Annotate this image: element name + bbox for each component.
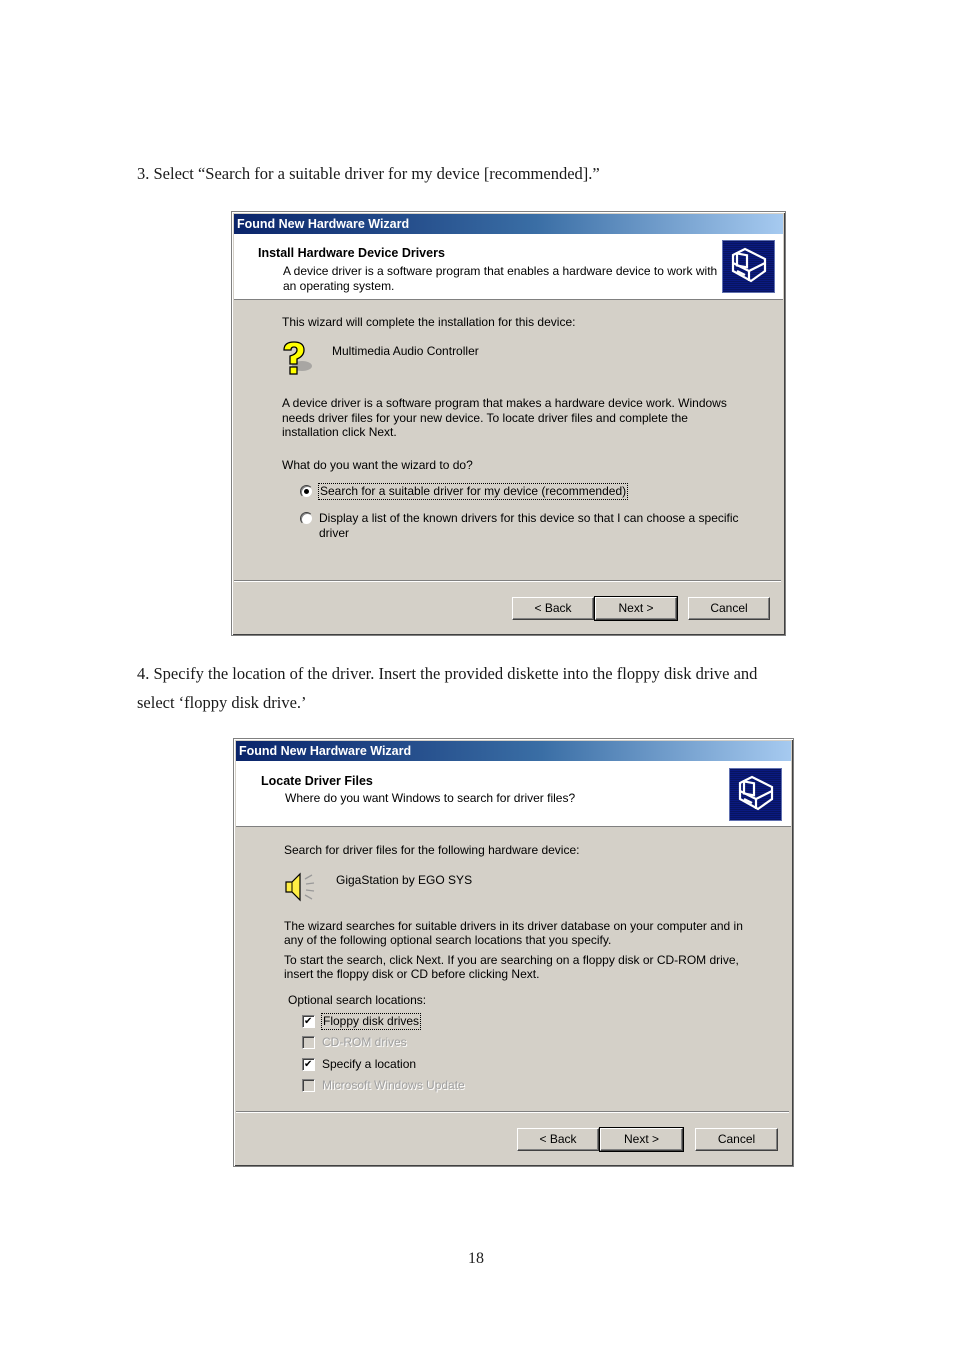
cancel-button[interactable]: Cancel	[688, 597, 770, 620]
cancel-button[interactable]: Cancel	[695, 1128, 778, 1151]
checkbox-checked[interactable]: ✔	[302, 1058, 315, 1071]
paragraph-2-line-1: To start the search, click Next. If you …	[284, 953, 739, 967]
description-line-1: A device driver is a software program th…	[282, 396, 727, 410]
description-line-3: installation click Next.	[282, 425, 397, 439]
back-button[interactable]: < Back	[517, 1128, 599, 1151]
checkbox-checked[interactable]: ✔	[302, 1015, 315, 1028]
button-separator	[236, 1111, 789, 1113]
radio-label-display-line-2[interactable]: driver	[319, 526, 739, 541]
speaker-icon	[282, 869, 322, 905]
hardware-wizard-icon	[722, 240, 775, 293]
header-title: Install Hardware Device Drivers	[258, 246, 445, 260]
checkbox-specify-location[interactable]: ✔ Specify a location	[302, 1057, 416, 1072]
radio-label-display-line-1[interactable]: Display a list of the known drivers for …	[319, 511, 739, 526]
page-number: 18	[468, 1250, 484, 1267]
checkbox-windows-update: Microsoft Windows Update	[302, 1078, 465, 1093]
checkbox-disabled	[302, 1036, 315, 1049]
description-line-2: needs driver files for your new device. …	[282, 411, 688, 425]
checkbox-label-cdrom: CD-ROM drives	[322, 1035, 407, 1049]
step-4-instruction-line-1: 4. Specify the location of the driver. I…	[137, 664, 758, 683]
next-button[interactable]: Next >	[599, 1127, 684, 1152]
radio-button-selected[interactable]	[300, 485, 313, 498]
question-text: What do you want the wizard to do?	[282, 458, 473, 472]
checkbox-label-windows-update: Microsoft Windows Update	[322, 1078, 465, 1092]
back-button[interactable]: < Back	[512, 597, 594, 620]
radio-button-unselected[interactable]	[300, 512, 313, 525]
hardware-wizard-icon	[729, 768, 782, 821]
device-name: GigaStation by EGO SYS	[336, 873, 473, 887]
paragraph-1-line-1: The wizard searches for suitable drivers…	[284, 919, 743, 933]
device-name: Multimedia Audio Controller	[332, 344, 479, 358]
radio-label-search[interactable]: Search for a suitable driver for my devi…	[317, 483, 629, 500]
wizard-header: Locate Driver Files Where do you want Wi…	[236, 761, 791, 827]
unknown-device-question-icon	[280, 340, 318, 378]
title-bar: Found New Hardware Wizard	[234, 214, 783, 234]
checkbox-floppy-disk-drives[interactable]: ✔ Floppy disk drives	[302, 1013, 422, 1030]
checkbox-cd-rom-drives: CD-ROM drives	[302, 1035, 407, 1050]
header-subtitle-line-2: an operating system.	[283, 279, 395, 293]
title-bar: Found New Hardware Wizard	[236, 741, 791, 761]
step-3-instruction: 3. Select “Search for a suitable driver …	[137, 164, 600, 183]
radio-search-driver[interactable]: Search for a suitable driver for my devi…	[300, 483, 629, 500]
checkbox-label-floppy[interactable]: Floppy disk drives	[320, 1013, 422, 1030]
wizard-header: Install Hardware Device Drivers A device…	[234, 234, 783, 300]
optional-locations-label: Optional search locations:	[288, 993, 427, 1007]
checkbox-label-specify[interactable]: Specify a location	[322, 1057, 416, 1072]
checkbox-disabled	[302, 1079, 315, 1092]
next-button[interactable]: Next >	[594, 596, 678, 621]
paragraph-1-line-2: any of the following optional search loc…	[284, 933, 612, 947]
header-subtitle: Where do you want Windows to search for …	[285, 791, 576, 805]
radio-display-list[interactable]: Display a list of the known drivers for …	[300, 511, 739, 541]
locate-driver-files-dialog: Found New Hardware Wizard Locate Driver …	[233, 738, 794, 1167]
paragraph-2-line-2: insert the floppy disk or CD before clic…	[284, 967, 540, 981]
header-title: Locate Driver Files	[261, 774, 373, 788]
step-4-instruction-line-2: select ‘floppy disk drive.’	[137, 693, 307, 712]
intro-text: Search for driver files for the followin…	[284, 843, 580, 857]
button-separator	[234, 580, 781, 582]
install-drivers-dialog: Found New Hardware Wizard Install Hardwa…	[231, 211, 786, 636]
intro-text: This wizard will complete the installati…	[282, 315, 576, 329]
header-subtitle-line-1: A device driver is a software program th…	[283, 264, 718, 278]
